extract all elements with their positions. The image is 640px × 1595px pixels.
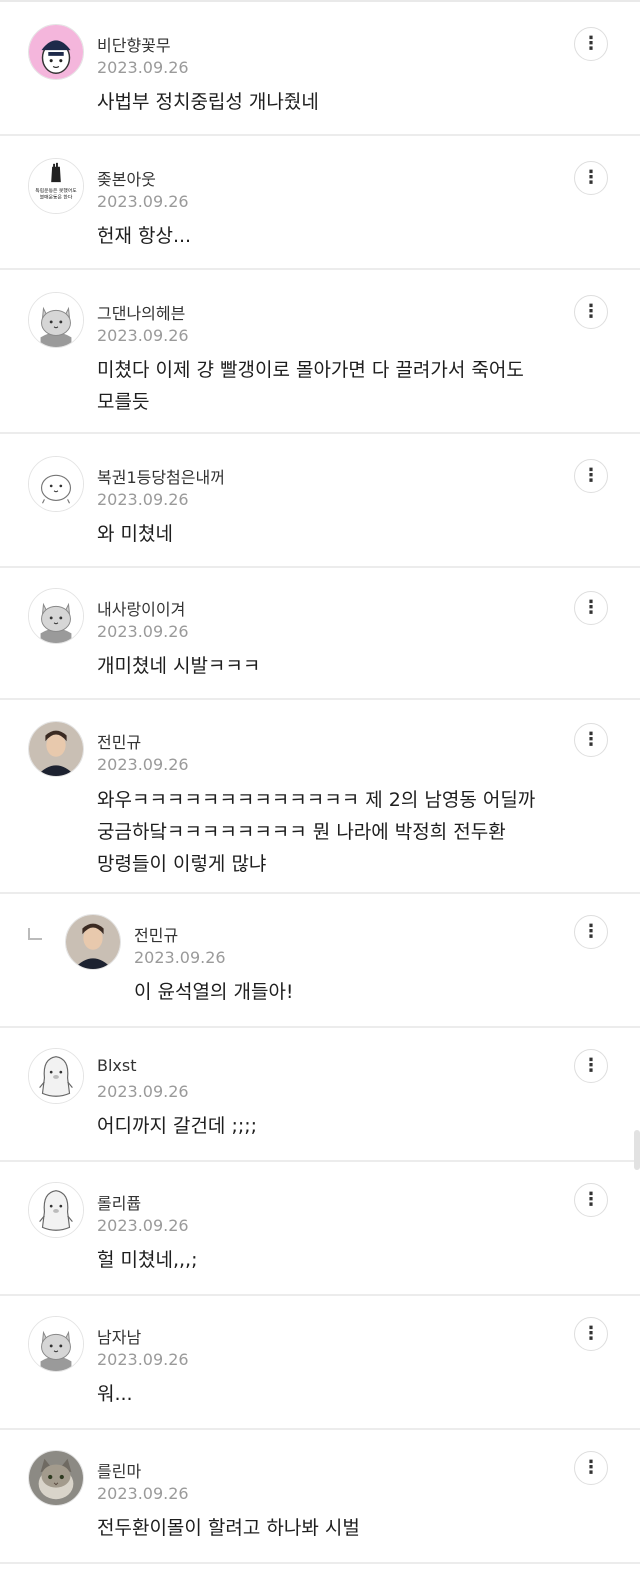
gray-cat-avatar[interactable]: [28, 1316, 84, 1372]
comment-date: 2023.09.26: [97, 326, 189, 345]
comment-text-line: 망령들이 이렇게 많냐: [97, 853, 267, 875]
comment-text-line: 궁금하닼ㅋㅋㅋㅋㅋㅋㅋㅋ 뭔 나라에 박정희 전두환: [97, 821, 506, 843]
more-options-icon[interactable]: ⋮: [574, 591, 608, 625]
comment-text: 사법부 정치중립성 개나줬네: [97, 91, 319, 113]
cat-photo-avatar[interactable]: [28, 1450, 84, 1506]
gray-cat-avatar[interactable]: [28, 292, 84, 348]
more-options-icon[interactable]: ⋮: [574, 27, 608, 61]
comment-date: 2023.09.26: [97, 622, 189, 641]
comment-text-line: 미쳤다 이제 걍 빨갱이로 몰아가면 다 끌려가서 죽어도: [97, 359, 524, 381]
comment-item: 남자남 2023.09.26 워... ⋮: [0, 1296, 640, 1430]
comment-item: 그댄나의헤븐 2023.09.26 미쳤다 이제 걍 빨갱이로 몰아가면 다 끌…: [0, 270, 640, 434]
comment-date: 2023.09.26: [97, 755, 189, 774]
comment-date: 2023.09.26: [97, 490, 189, 509]
comment-nickname[interactable]: Blxst: [97, 1056, 137, 1075]
more-options-icon[interactable]: ⋮: [574, 1317, 608, 1351]
comment-item: 롤리퓹 2023.09.26 헐 미쳤네,,,; ⋮: [0, 1162, 640, 1296]
avatar-caption: 불매운동은 한다: [40, 194, 73, 201]
comment-text: 이 윤석열의 개들아!: [134, 981, 294, 1003]
reply-item: 전민규 2023.09.26 이 윤석열의 개들아! ⋮: [0, 894, 640, 1028]
penguin-avatar[interactable]: [28, 1048, 84, 1104]
comment-nickname[interactable]: 좆본아웃: [97, 166, 156, 190]
comment-text: 헐 미쳤네,,,;: [97, 1249, 198, 1271]
comment-text: 개미쳤네 시발ㅋㅋㅋ: [97, 655, 261, 677]
comment-date: 2023.09.26: [97, 192, 189, 211]
comment-nickname[interactable]: 전민규: [97, 729, 141, 753]
comment-item: 전민규 2023.09.26 와우ㅋㅋㅋㅋㅋㅋㅋㅋㅋㅋㅋㅋㅋ 제 2의 남영동 …: [0, 700, 640, 894]
comment-text: 미쳤다 이제 걍 빨갱이로 몰아가면 다 끌려가서 죽어도 모를듯: [97, 354, 567, 418]
comment-date: 2023.09.26: [97, 1484, 189, 1503]
person-photo-avatar[interactable]: [28, 721, 84, 777]
comment-date: 2023.09.26: [97, 1350, 189, 1369]
comment-text: 헌재 항상...: [97, 225, 192, 247]
comment-item: 내사랑이이겨 2023.09.26 개미쳤네 시발ㅋㅋㅋ ⋮: [0, 568, 640, 700]
comment-text-line: 와우ㅋㅋㅋㅋㅋㅋㅋㅋㅋㅋㅋㅋㅋ 제 2의 남영동 어딜까: [97, 789, 536, 811]
comment-nickname[interactable]: 남자남: [97, 1324, 141, 1348]
comment-date: 2023.09.26: [97, 1216, 189, 1235]
comment-text: 워...: [97, 1383, 133, 1405]
pink-character-avatar[interactable]: [28, 24, 84, 80]
more-options-icon[interactable]: ⋮: [574, 1049, 608, 1083]
more-options-icon[interactable]: ⋮: [574, 915, 608, 949]
comment-item: 비단향꽃무 2023.09.26 사법부 정치중립성 개나줬네 ⋮: [0, 2, 640, 136]
more-options-icon[interactable]: ⋮: [574, 161, 608, 195]
comment-text: 와 미쳤네: [97, 523, 173, 545]
avatar-caption: 독립운동은 못했어도: [35, 187, 77, 194]
comment-nickname[interactable]: 비단향꽃무: [97, 32, 171, 56]
comment-date: 2023.09.26: [97, 1082, 189, 1101]
scrollbar[interactable]: [634, 1130, 640, 1170]
gray-cat-avatar[interactable]: [28, 588, 84, 644]
more-options-icon[interactable]: ⋮: [574, 1451, 608, 1485]
more-options-icon[interactable]: ⋮: [574, 295, 608, 329]
more-options-icon[interactable]: ⋮: [574, 1183, 608, 1217]
comment-nickname[interactable]: 롤리퓹: [97, 1190, 141, 1214]
comment-date: 2023.09.26: [134, 948, 226, 967]
comment-text: 전두환이몰이 할려고 하나봐 시벌: [97, 1517, 360, 1539]
comment-text-line: 모를듯: [97, 391, 150, 413]
comment-nickname[interactable]: 복권1등당첨은내꺼: [97, 464, 225, 488]
comment-item: Blxst 2023.09.26 어디까지 갈건데 ;;;; ⋮: [0, 1028, 640, 1162]
comment-nickname[interactable]: 전민규: [134, 922, 178, 946]
more-options-icon[interactable]: ⋮: [574, 723, 608, 757]
comment-item: 를린마 2023.09.26 전두환이몰이 할려고 하나봐 시벌 ⋮: [0, 1430, 640, 1564]
person-photo-avatar[interactable]: [65, 914, 121, 970]
fist-slogan-avatar[interactable]: 독립운동은 못했어도 불매운동은 한다: [28, 158, 84, 214]
comment-nickname[interactable]: 내사랑이이겨: [97, 596, 185, 620]
comment-nickname[interactable]: 를린마: [97, 1458, 141, 1482]
comment-item: 독립운동은 못했어도 불매운동은 한다 좆본아웃 2023.09.26 헌재 항…: [0, 136, 640, 270]
comment-text: 어디까지 갈건데 ;;;;: [97, 1115, 258, 1137]
comment-date: 2023.09.26: [97, 58, 189, 77]
comment-nickname[interactable]: 그댄나의헤븐: [97, 300, 185, 324]
comment-text: 와우ㅋㅋㅋㅋㅋㅋㅋㅋㅋㅋㅋㅋㅋ 제 2의 남영동 어딜까 궁금하닼ㅋㅋㅋㅋㅋㅋㅋ…: [97, 784, 577, 880]
comment-item: 복권1등당첨은내꺼 2023.09.26 와 미쳤네 ⋮: [0, 434, 640, 568]
penguin-avatar[interactable]: [28, 1182, 84, 1238]
more-options-icon[interactable]: ⋮: [574, 459, 608, 493]
white-blob-avatar[interactable]: [28, 456, 84, 512]
reply-arrow-icon: [28, 928, 42, 940]
